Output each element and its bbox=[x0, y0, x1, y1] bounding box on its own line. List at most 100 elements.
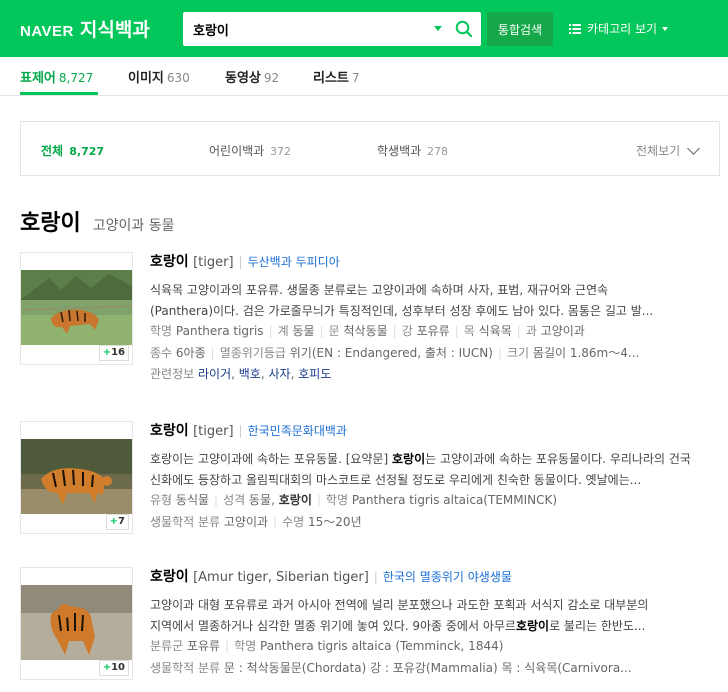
search-icon[interactable] bbox=[455, 20, 473, 38]
filter-label: 학생백과 bbox=[377, 144, 422, 158]
category-view-label: 카테고리 보기 bbox=[587, 22, 658, 36]
result-source-link[interactable]: 한국의 멸종위기 야생생물 bbox=[383, 570, 512, 584]
tab-lists[interactable]: 리스트 7 bbox=[313, 67, 360, 86]
meta-key: 학명 bbox=[234, 639, 257, 653]
logo-brand: NAVER bbox=[20, 23, 74, 40]
badge-count: 10 bbox=[111, 662, 125, 673]
result-title-link[interactable]: 호랑이 bbox=[150, 423, 189, 439]
filter-student-encyclopedia[interactable]: 학생백과 278 bbox=[377, 142, 448, 159]
result-thumbnail[interactable]: +10 bbox=[20, 567, 133, 680]
image-count-badge: +7 bbox=[105, 514, 129, 530]
section-header: 호랑이 고양이과 동물 bbox=[20, 205, 174, 237]
related-link[interactable]: 라이거 bbox=[198, 367, 231, 381]
result-title-link[interactable]: 호랑이 bbox=[150, 569, 189, 585]
meta-key: 유형 bbox=[150, 493, 173, 507]
naver-logo[interactable]: NAVER 지식백과 bbox=[20, 15, 150, 42]
meta-value: 고양이과 bbox=[540, 324, 585, 338]
meta-key: 강 bbox=[401, 324, 413, 338]
meta-key: 수명 bbox=[282, 514, 305, 529]
description-text: 호랑이는 고양이과에 속하는 포유동물. [요약문] bbox=[150, 452, 393, 466]
tiger-image bbox=[21, 439, 132, 514]
meta-key: 멸종위기등급 bbox=[219, 345, 286, 360]
result-description[interactable]: 식육목 고양이과의 포유류. 생물종 분류로는 고양이과에 속하며 사자, 표범… bbox=[150, 280, 720, 321]
meta-value: 척삭동물 bbox=[343, 324, 388, 338]
meta-value: 문 : 척삭동물문(Chordata) 강 : 포유강(Mammalia) 목 … bbox=[223, 660, 632, 675]
tab-headword[interactable]: 표제어 8,727 bbox=[20, 67, 93, 86]
source-filter-box: 전체 8,727 어린이백과 372 학생백과 278 전체보기 bbox=[20, 121, 720, 176]
result-thumbnail[interactable]: +7 bbox=[20, 421, 133, 534]
autocomplete-toggle-icon[interactable] bbox=[434, 26, 442, 31]
result-description[interactable]: 호랑이는 고양이과에 속하는 포유동물. [요약문] 호랑이는 고양이과에 속하… bbox=[150, 449, 720, 490]
description-text: 지역에서 멸종하거나 심각한 멸종 위기에 놓여 있다. 9아종 중에서 아무르 bbox=[150, 618, 516, 633]
meta-key: 목 bbox=[463, 324, 475, 338]
tab-images[interactable]: 이미지 630 bbox=[128, 67, 190, 86]
result-title-english: [Amur tiger, Siberian tiger] bbox=[193, 570, 369, 585]
related-link[interactable]: 호피도 bbox=[298, 367, 331, 381]
divider: | bbox=[316, 493, 321, 507]
description-text: 는 고양이과에 속하는 포유동물이다. 우리나라의 건국 bbox=[425, 452, 691, 466]
meta-key: 과 bbox=[525, 324, 537, 338]
result-content: 호랑이 [tiger] | 두산백과 두피디아 식육목 고양이과의 포유류. 생물종… bbox=[150, 252, 720, 386]
tab-label: 동영상 bbox=[225, 71, 261, 86]
meta-value: 동물, bbox=[249, 493, 279, 507]
result-title-link[interactable]: 호랑이 bbox=[150, 254, 189, 270]
divider: | bbox=[238, 424, 243, 438]
divider: | bbox=[273, 514, 278, 529]
related-info-label: 관련정보 bbox=[150, 367, 195, 381]
header-bar: NAVER 지식백과 통합검색 카테고리 보기 bbox=[0, 0, 728, 57]
meta-key: 문 bbox=[328, 324, 340, 338]
category-view-button[interactable]: 카테고리 보기 bbox=[569, 20, 669, 37]
meta-value: Panthera tigris bbox=[175, 324, 264, 338]
meta-key: 생물학적 분류 bbox=[150, 660, 221, 675]
meta-key: 성격 bbox=[223, 493, 246, 507]
highlight-term: 호랑이 bbox=[278, 493, 312, 507]
meta-value: Panthera tigris altaica(TEMMINCK) bbox=[351, 493, 558, 507]
meta-value: 동물 bbox=[292, 324, 315, 338]
tab-count: 92 bbox=[263, 71, 280, 85]
search-box bbox=[183, 12, 481, 46]
tab-videos[interactable]: 동영상 92 bbox=[225, 67, 279, 86]
chevron-down-icon bbox=[687, 141, 701, 155]
tab-count: 7 bbox=[351, 71, 360, 85]
view-all-label: 전체보기 bbox=[636, 144, 681, 158]
badge-count: 16 bbox=[111, 347, 125, 358]
section-title: 호랑이 bbox=[20, 211, 81, 236]
tiger-image bbox=[21, 270, 132, 345]
related-link[interactable]: 사자 bbox=[269, 367, 291, 381]
tiger-image bbox=[21, 585, 132, 660]
divider: | bbox=[210, 345, 215, 360]
description-line: 식육목 고양이과의 포유류. 생물종 분류로는 고양이과에 속하며 사자, 표범… bbox=[150, 283, 609, 297]
meta-key: 학명 bbox=[325, 493, 348, 507]
meta-value: 고양이과 bbox=[223, 514, 269, 529]
filter-label: 어린이백과 bbox=[209, 144, 265, 158]
description-text: 로 불리는 한반도... bbox=[549, 618, 646, 633]
result-source-link[interactable]: 두산백과 두피디아 bbox=[248, 255, 340, 269]
related-link[interactable]: 백호 bbox=[239, 367, 261, 381]
tab-count: 8,727 bbox=[58, 71, 94, 85]
result-content: 호랑이 [Amur tiger, Siberian tiger] | 한국의 멸종위… bbox=[150, 567, 720, 679]
filter-all[interactable]: 전체 8,727 bbox=[41, 142, 104, 159]
caret-down-icon bbox=[662, 26, 669, 31]
meta-value: 포유류 bbox=[416, 324, 450, 338]
tab-label: 리스트 bbox=[313, 71, 349, 86]
meta-row: 종수 6아종 | 멸종위기등급 위기(EN : Endangered, 출처 : I… bbox=[150, 343, 720, 365]
description-line: 호랑이는 고양이과에 속하는 포유동물. [요약문] 호랑이는 고양이과에 속하… bbox=[150, 449, 720, 470]
integrated-search-button[interactable]: 통합검색 bbox=[487, 12, 553, 46]
meta-value: 동식물 bbox=[175, 493, 210, 507]
divider: | bbox=[238, 255, 243, 269]
description-line: 고양이과 대형 포유류로 과거 아시아 전역에 널리 분포했으나 과도한 포획과… bbox=[150, 598, 649, 612]
divider: | bbox=[268, 324, 273, 338]
highlight-term: 호랑이 bbox=[515, 618, 550, 633]
result-type-tabs: 표제어 8,727 이미지 630 동영상 92 리스트 7 bbox=[0, 57, 728, 96]
result-description[interactable]: 고양이과 대형 포유류로 과거 아시아 전역에 널리 분포했으나 과도한 포획과… bbox=[150, 595, 720, 636]
filter-children-encyclopedia[interactable]: 어린이백과 372 bbox=[209, 142, 291, 159]
image-count-badge: +10 bbox=[98, 660, 129, 676]
result-title-line: 호랑이 [Amur tiger, Siberian tiger] | 한국의 멸종위… bbox=[150, 567, 720, 588]
image-count-badge: +16 bbox=[98, 345, 129, 361]
result-source-link[interactable]: 한국민족문화대백과 bbox=[248, 424, 347, 438]
search-input[interactable] bbox=[193, 12, 423, 46]
result-thumbnail[interactable]: +16 bbox=[20, 252, 133, 365]
filter-count: 278 bbox=[427, 145, 448, 158]
meta-value: 포유류 bbox=[186, 639, 221, 653]
view-all-button[interactable]: 전체보기 bbox=[636, 141, 701, 159]
